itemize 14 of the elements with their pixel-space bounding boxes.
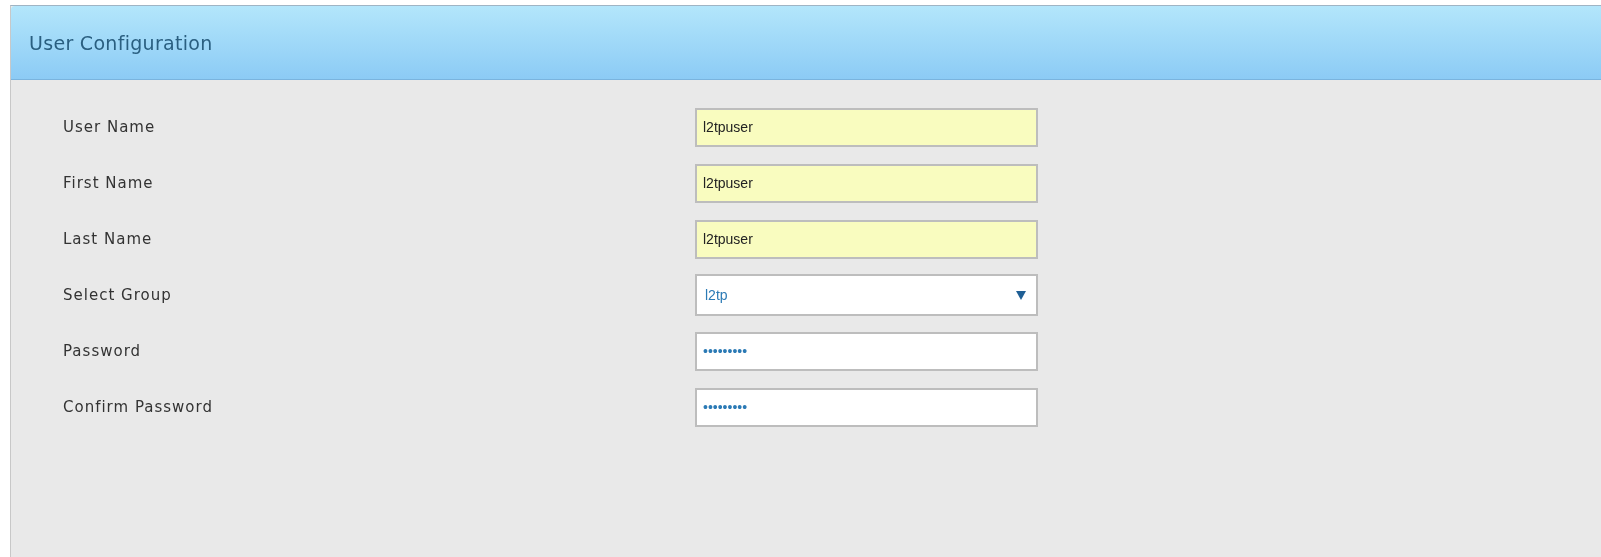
caret-icon — [1016, 290, 1026, 300]
field-label: Confirm Password — [63, 398, 214, 416]
panel-title: User Configuration — [29, 31, 213, 54]
field-label: Password — [63, 342, 143, 360]
field-label: First Name — [63, 174, 155, 192]
field-label: Select Group — [63, 286, 173, 304]
field-label: User Name — [63, 118, 157, 136]
text-field[interactable]: l2tpuser — [695, 219, 1038, 259]
password-field[interactable]: ••••••••• — [695, 387, 1038, 427]
password-field[interactable]: ••••••••• — [695, 331, 1038, 371]
text-field[interactable]: l2tpuser — [695, 107, 1038, 147]
group-dropdown[interactable]: l2tp — [695, 274, 1038, 316]
text-field[interactable]: l2tpuser — [695, 163, 1038, 203]
field-label: Last Name — [63, 230, 154, 248]
